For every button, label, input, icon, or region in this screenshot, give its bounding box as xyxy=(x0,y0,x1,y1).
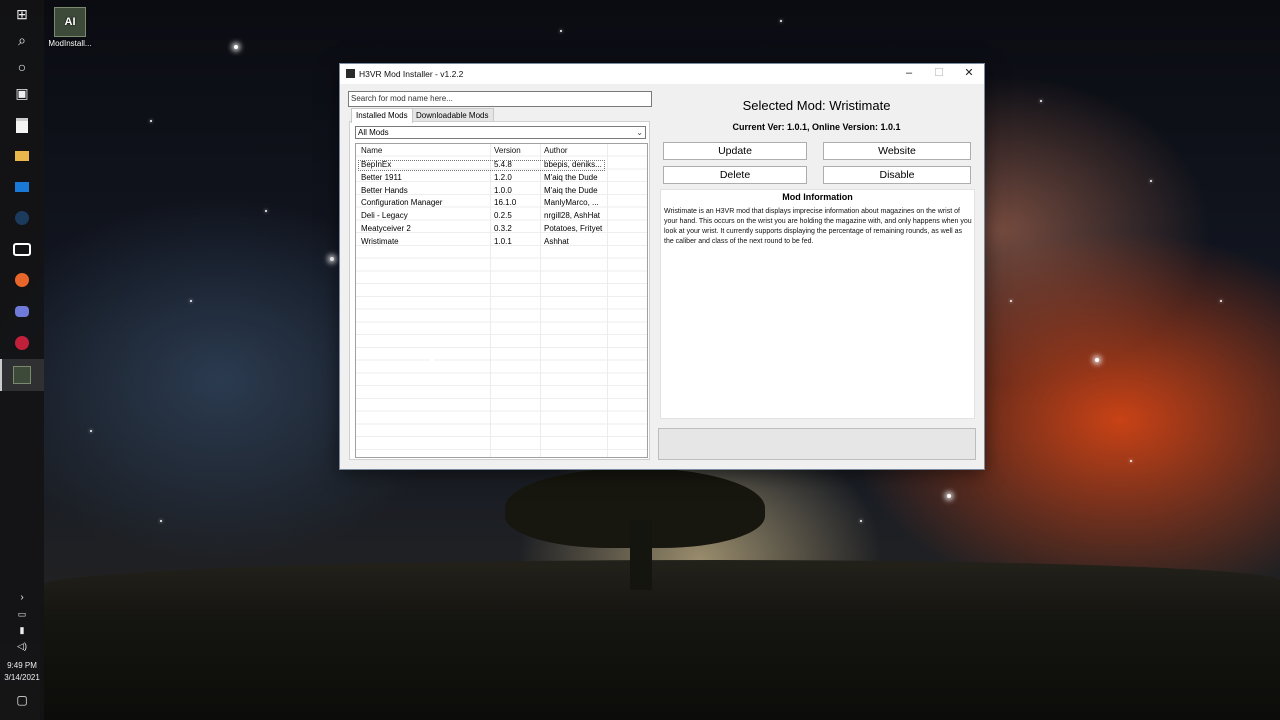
update-button[interactable]: Update xyxy=(663,142,807,160)
table-row[interactable]: Configuration Manager 16.1.0 ManlyMarco,… xyxy=(356,197,647,210)
mod-author-cell: ManlyMarco, ... xyxy=(544,198,599,208)
mod-version-cell: 16.1.0 xyxy=(494,198,517,208)
title-bar[interactable]: H3VR Mod Installer - v1.2.2 – ☐ ✕ xyxy=(340,64,984,84)
table-row[interactable]: Better 1911 1.2.0 M'aiq the Dude xyxy=(356,172,647,185)
mod-name-cell: Better Hands xyxy=(361,185,408,195)
windows-start-icon[interactable]: ⊞ xyxy=(10,4,34,24)
file-explorer-icon[interactable] xyxy=(10,146,34,166)
close-button[interactable]: ✕ xyxy=(954,64,984,84)
mod-name-cell: Better 1911 xyxy=(361,172,402,182)
mod-version-cell: 1.0.0 xyxy=(494,185,512,195)
mod-installer-icon[interactable] xyxy=(10,365,34,385)
tab-downloadable-mods[interactable]: Downloadable Mods xyxy=(411,108,494,122)
mod-name-cell: BepInEx xyxy=(361,160,392,169)
desktop-mod-installer-shortcut[interactable]: AI ModInstall... xyxy=(46,7,94,48)
window-title: H3VR Mod Installer - v1.2.2 xyxy=(359,69,464,79)
mod-name-cell: Meatyceiver 2 xyxy=(361,223,411,233)
mod-installer-desktop-icon: AI xyxy=(54,7,86,37)
mod-author-cell: Potatoes, Frityet xyxy=(544,223,603,233)
mod-author-cell: nrgill28, AshHat xyxy=(544,211,601,220)
mod-author-cell: bbepis, deniks... xyxy=(544,160,602,169)
firefox-icon[interactable] xyxy=(10,270,34,290)
installed-mods-panel: All Mods ⌄ Name Version Author BepInEx 5… xyxy=(349,121,650,460)
mod-filter-dropdown[interactable]: All Mods ⌄ xyxy=(355,126,646,139)
maximize-button[interactable]: ☐ xyxy=(924,64,954,84)
mod-information-panel[interactable]: Mod Information Wristimate is an H3VR mo… xyxy=(660,189,975,419)
table-row[interactable]: Better Hands 1.0.0 M'aiq the Dude xyxy=(356,185,647,198)
disable-button[interactable]: Disable xyxy=(823,166,971,184)
search-icon[interactable]: ⌕ xyxy=(10,30,34,50)
mod-author-cell: Ashhat xyxy=(544,236,569,246)
column-header-author[interactable]: Author xyxy=(544,146,568,155)
store-icon[interactable] xyxy=(10,115,34,135)
selected-mod-title: Selected Mod: Wristimate xyxy=(742,98,891,113)
mod-name-cell: Deli - Legacy xyxy=(361,211,408,220)
mod-author-cell: M'aiq the Dude xyxy=(544,172,598,182)
mod-name-cell: Wristimate xyxy=(361,236,399,246)
column-header-version[interactable]: Version xyxy=(494,146,521,155)
minimize-button[interactable]: – xyxy=(894,64,924,84)
volume-icon[interactable]: ◁) xyxy=(10,636,34,656)
selected-mod-version: Current Ver: 1.0.1, Online Version: 1.0.… xyxy=(732,122,901,132)
clock-time[interactable]: 9:49 PM xyxy=(0,661,44,670)
notifications-icon[interactable]: ▢ xyxy=(10,690,34,710)
progress-area xyxy=(658,428,976,460)
table-row[interactable]: BepInEx 5.4.8 bbepis, deniks... xyxy=(356,159,647,172)
table-row[interactable]: Wristimate 1.0.1 Ashhat xyxy=(356,236,647,249)
tab-installed-mods[interactable]: Installed Mods xyxy=(351,108,413,123)
chevron-down-icon: ⌄ xyxy=(636,128,643,137)
table-row[interactable]: Deli - Legacy 0.2.5 nrgill28, AshHat xyxy=(356,210,647,223)
mod-installer-window: H3VR Mod Installer - v1.2.2 – ☐ ✕ Search… xyxy=(339,63,985,470)
clock-date[interactable]: 3/14/2021 xyxy=(0,673,44,682)
taskbar: ⊞ ⌕ ○ ▣ › ▭ ▮ ◁) 9:49 PM 3/14/2021 ▢ xyxy=(0,0,44,720)
mail-icon[interactable] xyxy=(10,177,34,197)
desktop-icon-label: ModInstall... xyxy=(48,39,92,48)
task-view-icon[interactable]: ▣ xyxy=(10,83,34,103)
mod-version-cell: 1.2.0 xyxy=(494,172,512,182)
mod-name-cell: Configuration Manager xyxy=(361,198,443,208)
steam-icon[interactable] xyxy=(10,208,34,228)
mod-version-cell: 1.0.1 xyxy=(494,236,512,246)
discord-icon[interactable] xyxy=(10,301,34,321)
table-row[interactable]: Meatyceiver 2 0.3.2 Potatoes, Frityet xyxy=(356,223,647,236)
mod-version-cell: 0.3.2 xyxy=(494,223,512,233)
app-icon xyxy=(346,69,355,78)
mod-information-title: Mod Information xyxy=(782,192,853,202)
oculus-icon[interactable] xyxy=(10,239,34,259)
mod-author-cell: M'aiq the Dude xyxy=(544,185,598,195)
search-input[interactable]: Search for mod name here... xyxy=(348,91,652,107)
r6-icon[interactable] xyxy=(10,333,34,353)
mod-information-text: Wristimate is an H3VR mod that displays … xyxy=(664,208,972,245)
mods-table[interactable]: Name Version Author BepInEx 5.4.8 bbepis… xyxy=(355,143,648,458)
mouse-cursor xyxy=(430,358,440,371)
website-button[interactable]: Website xyxy=(823,142,971,160)
delete-button[interactable]: Delete xyxy=(663,166,807,184)
column-header-name[interactable]: Name xyxy=(361,146,382,155)
mod-filter-value: All Mods xyxy=(358,128,389,137)
cortana-icon[interactable]: ○ xyxy=(10,57,34,77)
mod-version-cell: 0.2.5 xyxy=(494,211,512,220)
mod-version-cell: 5.4.8 xyxy=(494,160,512,169)
